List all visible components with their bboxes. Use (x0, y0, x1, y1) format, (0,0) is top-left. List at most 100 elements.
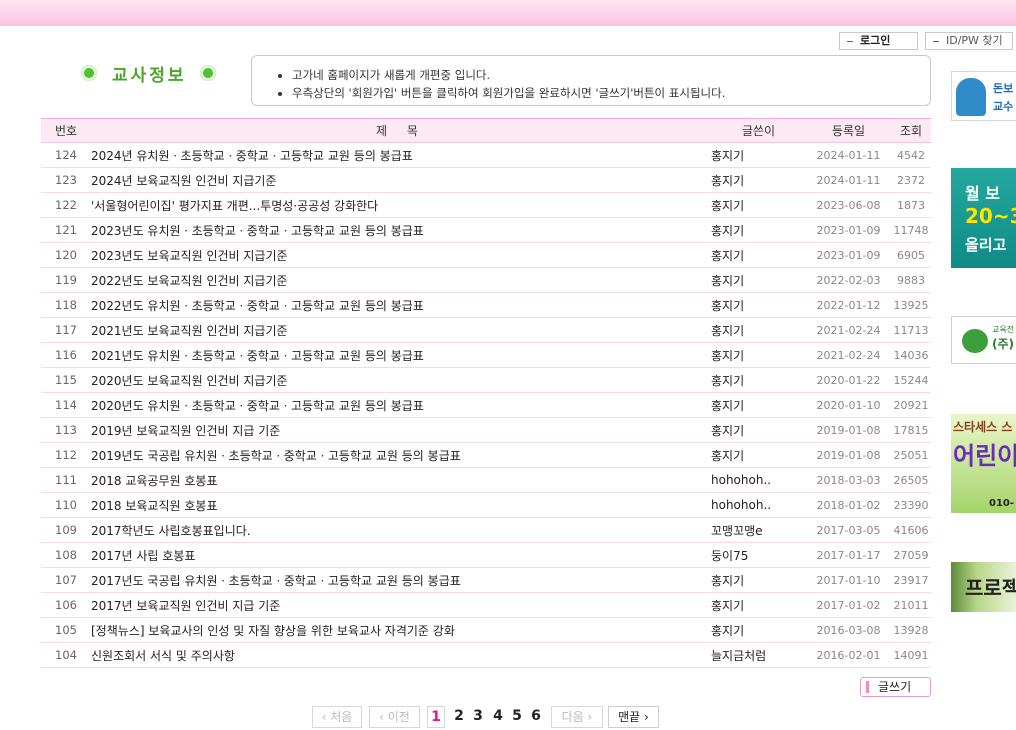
post-number: 115 (41, 367, 91, 393)
post-date: 2021-02-24 (806, 317, 891, 343)
post-title-link[interactable]: 2017학년도 사립호봉표입니다. (91, 517, 711, 543)
table-row: 114 2020년도 유치원ㆍ초등학교ㆍ중학교ㆍ고등학교 교원 등의 봉급표 홍지기… (41, 392, 931, 418)
table-row: 121 2023년도 유치원ㆍ초등학교ㆍ중학교ㆍ고등학교 교원 등의 봉급표 홍지기… (41, 217, 931, 243)
post-title-link[interactable]: 2022년도 유치원ㆍ초등학교ㆍ중학교ㆍ고등학교 교원 등의 봉급표 (91, 292, 711, 318)
post-title-link[interactable]: 2021년도 유치원ㆍ초등학교ㆍ중학교ㆍ고등학교 교원 등의 봉급표 (91, 342, 711, 368)
post-views: 23390 (891, 492, 931, 518)
post-number: 114 (41, 392, 91, 418)
side-banner-ad[interactable]: 돈보 교수 (951, 71, 1016, 121)
post-number: 116 (41, 342, 91, 368)
pagination-page[interactable]: 5 (509, 706, 525, 728)
table-row: 113 2019년 보육교직원 인건비 지급 기준 홍지기 2019-01-08 178… (41, 417, 931, 443)
side-banner-ad[interactable]: 교육전 (주)ㄱ (951, 316, 1016, 364)
pagination-page[interactable]: 4 (490, 706, 506, 728)
page-title: 교사정보 (112, 66, 187, 86)
banner-text: 돈보 (993, 82, 1014, 95)
post-title-link[interactable]: 2018 보육교직원 호봉표 (91, 492, 711, 518)
banner-text: 프로젝 (965, 576, 1016, 600)
post-title-link[interactable]: 2020년도 유치원ㆍ초등학교ㆍ중학교ㆍ고등학교 교원 등의 봉급표 (91, 392, 711, 418)
post-views: 13925 (891, 292, 931, 318)
login-button[interactable]: 로그인 (839, 32, 918, 50)
post-views: 6905 (891, 242, 931, 268)
post-number: 120 (41, 242, 91, 268)
post-author: 꼬맹꼬맹e (711, 517, 806, 543)
post-views: 11713 (891, 317, 931, 343)
post-date: 2018-01-02 (806, 492, 891, 518)
column-header-date: 등록일 (806, 118, 891, 143)
board-header-row: 번호 제 목 글쓴이 등록일 조회 (41, 118, 931, 143)
post-date: 2020-01-22 (806, 367, 891, 393)
post-number: 107 (41, 567, 91, 593)
post-author: 홍지기 (711, 142, 806, 168)
post-title-link[interactable]: '서울형어린이집' 평가지표 개편...투명성·공공성 강화한다 (91, 192, 711, 218)
post-views: 21011 (891, 592, 931, 618)
pagination-page[interactable]: 6 (528, 706, 544, 728)
find-id-pw-button[interactable]: ID/PW 찾기 (925, 32, 1013, 50)
post-views: 23917 (891, 567, 931, 593)
post-date: 2024-01-11 (806, 167, 891, 193)
post-title-link[interactable]: 2024년 유치원ㆍ초등학교ㆍ중학교ㆍ고등학교 교원 등의 봉급표 (91, 142, 711, 168)
post-views: 17815 (891, 417, 931, 443)
post-number: 112 (41, 442, 91, 468)
post-views: 13928 (891, 617, 931, 643)
top-band (0, 0, 1016, 26)
side-banner-ad[interactable]: 월 보 20~3 올리고 (951, 168, 1016, 268)
table-row: 119 2022년도 보육교직원 인건비 지급기준 홍지기 2022-02-03 988… (41, 267, 931, 293)
post-title-link[interactable]: 2019년 보육교직원 인건비 지급 기준 (91, 417, 711, 443)
write-button[interactable]: 글쓰기 (860, 677, 931, 697)
post-author: 홍지기 (711, 292, 806, 318)
post-author: 홍지기 (711, 592, 806, 618)
pagination-first-button[interactable]: ‹ 처음 (312, 706, 362, 728)
post-date: 2017-03-05 (806, 517, 891, 543)
pagination-page[interactable]: 2 (451, 706, 467, 728)
post-date: 2017-01-10 (806, 567, 891, 593)
side-banner-ad[interactable]: 프로젝 (951, 562, 1016, 612)
post-title-link[interactable]: 2018 교육공무원 호봉표 (91, 467, 711, 493)
post-date: 2018-03-03 (806, 467, 891, 493)
post-number: 121 (41, 217, 91, 243)
post-title-link[interactable]: 2020년도 보육교직원 인건비 지급기준 (91, 367, 711, 393)
post-title-link[interactable]: 2019년도 국공립 유치원ㆍ초등학교ㆍ중학교ㆍ고등학교 교원 등의 봉급표 (91, 442, 711, 468)
pagination-next-button[interactable]: 다음 › (551, 706, 603, 728)
pagination-prev-button[interactable]: ‹ 이전 (369, 706, 420, 728)
post-views: 25051 (891, 442, 931, 468)
banner-text: (주)ㄱ (992, 337, 1016, 351)
post-date: 2022-02-03 (806, 267, 891, 293)
post-author: 홍지기 (711, 242, 806, 268)
table-row: 112 2019년도 국공립 유치원ㆍ초등학교ㆍ중학교ㆍ고등학교 교원 등의 봉급… (41, 442, 931, 468)
pagination-page[interactable]: 3 (470, 706, 486, 728)
notice-box: 고가네 홈페이지가 새롭게 개편중 입니다. 우측상단의 '회원가입' 버튼을 … (251, 55, 931, 106)
table-row: 108 2017년 사립 호봉표 둥이75 2017-01-17 27059 (41, 542, 931, 568)
banner-text: 010- (989, 498, 1015, 509)
pagination-last-button[interactable]: 맨끝 › (608, 706, 659, 728)
post-author: 홍지기 (711, 167, 806, 193)
post-title-link[interactable]: 2023년도 보육교직원 인건비 지급기준 (91, 242, 711, 268)
mascot-icon (956, 78, 986, 116)
post-date: 2022-01-12 (806, 292, 891, 318)
post-title-link[interactable]: 2017년도 국공립 유치원ㆍ초등학교ㆍ중학교ㆍ고등학교 교원 등의 봉급표 (91, 567, 711, 593)
post-author: hohohoh.. (711, 492, 806, 518)
post-author: 홍지기 (711, 417, 806, 443)
post-title-link[interactable]: 2023년도 유치원ㆍ초등학교ㆍ중학교ㆍ고등학교 교원 등의 봉급표 (91, 217, 711, 243)
column-header-number: 번호 (41, 118, 91, 143)
post-date: 2021-02-24 (806, 342, 891, 368)
post-title-link[interactable]: [정책뉴스] 보육교사의 인성 및 자질 향상을 위한 보육교사 자격기준 강화 (91, 617, 711, 643)
post-date: 2016-03-08 (806, 617, 891, 643)
post-number: 106 (41, 592, 91, 618)
post-views: 14036 (891, 342, 931, 368)
post-date: 2023-01-09 (806, 242, 891, 268)
post-title-link[interactable]: 2022년도 보육교직원 인건비 지급기준 (91, 267, 711, 293)
post-author: 둥이75 (711, 542, 806, 568)
post-views: 20921 (891, 392, 931, 418)
post-title-link[interactable]: 신원조회서 서식 및 주의사항 (91, 642, 711, 668)
column-header-title: 제 목 (91, 118, 711, 143)
post-views: 11748 (891, 217, 931, 243)
green-dot-icon (200, 65, 216, 81)
post-title-link[interactable]: 2021년도 보육교직원 인건비 지급기준 (91, 317, 711, 343)
table-row: 116 2021년도 유치원ㆍ초등학교ㆍ중학교ㆍ고등학교 교원 등의 봉급표 홍지기… (41, 342, 931, 368)
post-title-link[interactable]: 2024년 보육교직원 인건비 지급기준 (91, 167, 711, 193)
post-title-link[interactable]: 2017년 보육교직원 인건비 지급 기준 (91, 592, 711, 618)
pagination-page-current[interactable]: 1 (427, 706, 445, 728)
post-title-link[interactable]: 2017년 사립 호봉표 (91, 542, 711, 568)
side-banner-ad[interactable]: 스타세스 스 어린이 010- (951, 414, 1016, 513)
